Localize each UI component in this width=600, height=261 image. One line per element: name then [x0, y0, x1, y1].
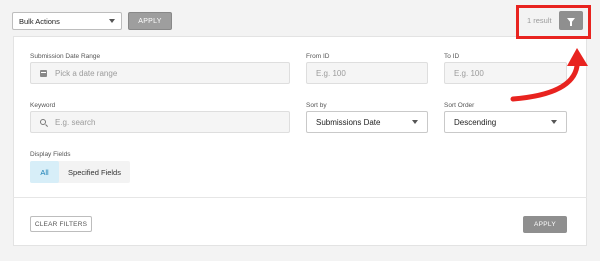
annotation-arrow	[510, 48, 588, 102]
